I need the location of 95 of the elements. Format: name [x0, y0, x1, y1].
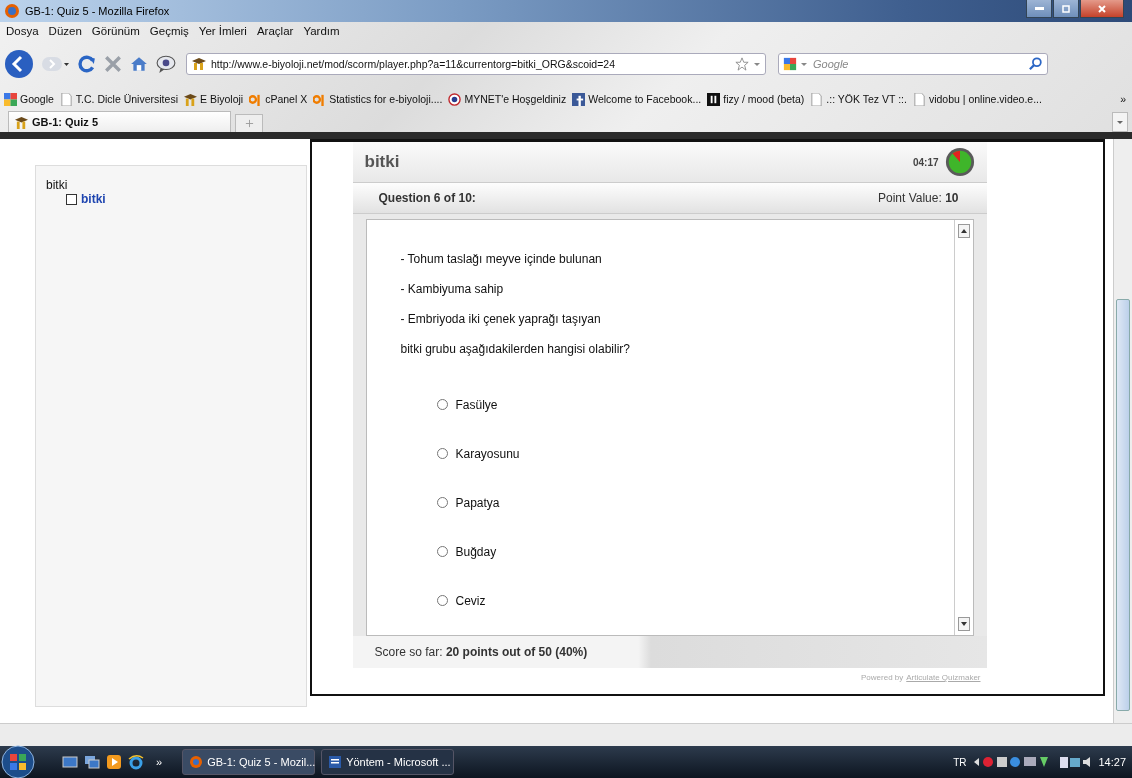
answer-option[interactable]: Fasülye — [455, 397, 498, 412]
bookmark-item[interactable]: vidobu | online.video.e... — [912, 92, 1042, 106]
menu-item[interactable]: Düzen — [48, 25, 82, 37]
dropdown-icon[interactable] — [753, 60, 761, 68]
speech-bubble-icon[interactable] — [156, 55, 176, 73]
dropdown-icon[interactable] — [800, 60, 808, 68]
home-icon[interactable] — [130, 55, 148, 73]
bookmark-item[interactable]: Statistics for e-biyoloji.... — [313, 92, 443, 106]
radio-button[interactable] — [436, 399, 448, 410]
page-scrollbar[interactable] — [1113, 139, 1132, 723]
plus-icon — [244, 119, 254, 128]
question-text: - Tohum taslağı meyve içinde bulunan — [400, 252, 603, 268]
radio-button[interactable] — [436, 448, 448, 459]
language-indicator[interactable]: TR — [953, 756, 967, 768]
site-icon — [707, 92, 721, 106]
point-value: Point Value: 10 — [878, 191, 959, 205]
radio-button[interactable] — [436, 497, 448, 508]
bookmark-item[interactable]: E Biyoloji — [183, 92, 244, 106]
window-switch-icon[interactable] — [84, 754, 100, 770]
bookmark-item[interactable]: T.C. Dicle Üniversitesi — [59, 92, 178, 106]
radio-button[interactable] — [436, 546, 448, 557]
close-icon — [1097, 3, 1107, 14]
quiz-title: bitki — [364, 152, 400, 172]
search-icon[interactable] — [1029, 57, 1043, 71]
document-icon — [328, 755, 343, 769]
desktop-icon[interactable] — [62, 754, 78, 770]
answer-option[interactable]: Buğday — [455, 544, 497, 559]
bookmark-item[interactable]: Welcome to Facebook... — [572, 92, 702, 106]
google-logo-icon[interactable] — [783, 57, 797, 71]
page-icon — [59, 92, 73, 106]
bookmark-item[interactable]: Google — [4, 92, 54, 106]
toc-link[interactable]: bitki — [81, 192, 106, 206]
checkbox[interactable] — [66, 193, 77, 205]
menu-item[interactable]: Yardım — [303, 25, 340, 37]
media-player-icon[interactable] — [106, 754, 122, 770]
taskbar-button[interactable]: GB-1: Quiz 5 - Mozil... — [182, 749, 316, 775]
page-icon — [810, 92, 824, 106]
maximize-icon — [1061, 3, 1071, 14]
search-field[interactable]: Google — [811, 57, 1026, 71]
menu-item[interactable]: Araçlar — [256, 25, 294, 37]
scrollbar[interactable] — [953, 220, 973, 635]
bookmark-item[interactable]: MYNET'e Hoşgeldiniz — [448, 92, 567, 106]
menu-item[interactable]: Geçmiş — [149, 25, 189, 37]
timer-text: 04:17 — [912, 156, 939, 168]
taskbar-button[interactable]: Yöntem - Microsoft ... — [321, 749, 455, 775]
page-icon — [912, 92, 926, 106]
close-button[interactable] — [1080, 0, 1124, 18]
question-text: bitki grubu aşağıdakilerden hangisi olabilir? — [400, 342, 631, 358]
system-tray-icons[interactable] — [972, 754, 1093, 770]
timer-icon — [944, 147, 975, 177]
globe-icon — [4, 3, 20, 19]
score-text: Score so far: 20 points out of 50 (40%) — [374, 645, 588, 659]
graduation-cap-icon — [15, 115, 28, 129]
site-icon — [183, 92, 197, 106]
graduation-cap-icon — [191, 56, 207, 72]
radio-button[interactable] — [436, 595, 448, 606]
minimize-button[interactable] — [1026, 0, 1052, 18]
window-title: GB-1: Quiz 5 - Mozilla Firefox — [25, 5, 170, 17]
question-text: - Kambiyuma sahip — [400, 282, 505, 298]
search-bar[interactable]: Google — [778, 53, 1048, 75]
clock[interactable]: 14:27 — [1098, 756, 1126, 768]
bookmark-item[interactable]: fizy / mood (beta) — [707, 92, 805, 106]
url-text: http://www.e-biyoloji.net/mod/scorm/player.php?a=11&currentorg=bitki_ORG&scoid=24 — [211, 58, 616, 70]
answer-option[interactable]: Karayosunu — [455, 446, 520, 461]
site-icon — [249, 92, 263, 106]
star-icon[interactable] — [735, 57, 749, 71]
more-button[interactable]: » — [156, 756, 163, 768]
browser-e-icon[interactable] — [128, 754, 144, 770]
site-icon — [4, 92, 17, 106]
bookmark-item[interactable]: cPanel X — [249, 92, 308, 106]
answer-option[interactable]: Papatya — [455, 495, 500, 510]
menu-item[interactable]: Dosya — [6, 25, 39, 37]
question-number: Question 6 of 10: — [378, 191, 476, 205]
start-button[interactable] — [0, 744, 36, 778]
scroll-up-icon[interactable] — [957, 224, 970, 238]
answer-option[interactable]: Ceviz — [455, 593, 486, 608]
bookmark-item[interactable]: .:: YÖK Tez VT ::. — [810, 92, 907, 106]
menu-item[interactable]: Yer İmleri — [198, 25, 247, 37]
site-icon — [572, 92, 586, 106]
browser-tab[interactable]: GB-1: Quiz 5 — [8, 111, 231, 132]
address-bar[interactable]: http://www.e-biyoloji.net/mod/scorm/player.php?a=11&currentorg=bitki_ORG&scoid=24 — [186, 53, 766, 75]
site-icon — [448, 92, 462, 106]
menu-item[interactable]: Görünüm — [91, 25, 140, 37]
reload-icon[interactable] — [78, 55, 96, 73]
question-text: - Embriyoda iki çenek yaprağı taşıyan — [400, 312, 602, 328]
toc-heading: bitki — [46, 178, 69, 192]
site-icon — [313, 92, 327, 106]
scroll-down-icon[interactable] — [957, 617, 970, 631]
back-button[interactable] — [4, 49, 34, 79]
minimize-icon — [1034, 7, 1044, 10]
powered-by-text: Powered by — [861, 673, 904, 682]
more-bookmarks-button[interactable]: » — [1120, 93, 1126, 105]
caret-icon — [1116, 118, 1124, 126]
globe-icon — [189, 755, 204, 769]
maximize-button[interactable] — [1053, 0, 1079, 18]
